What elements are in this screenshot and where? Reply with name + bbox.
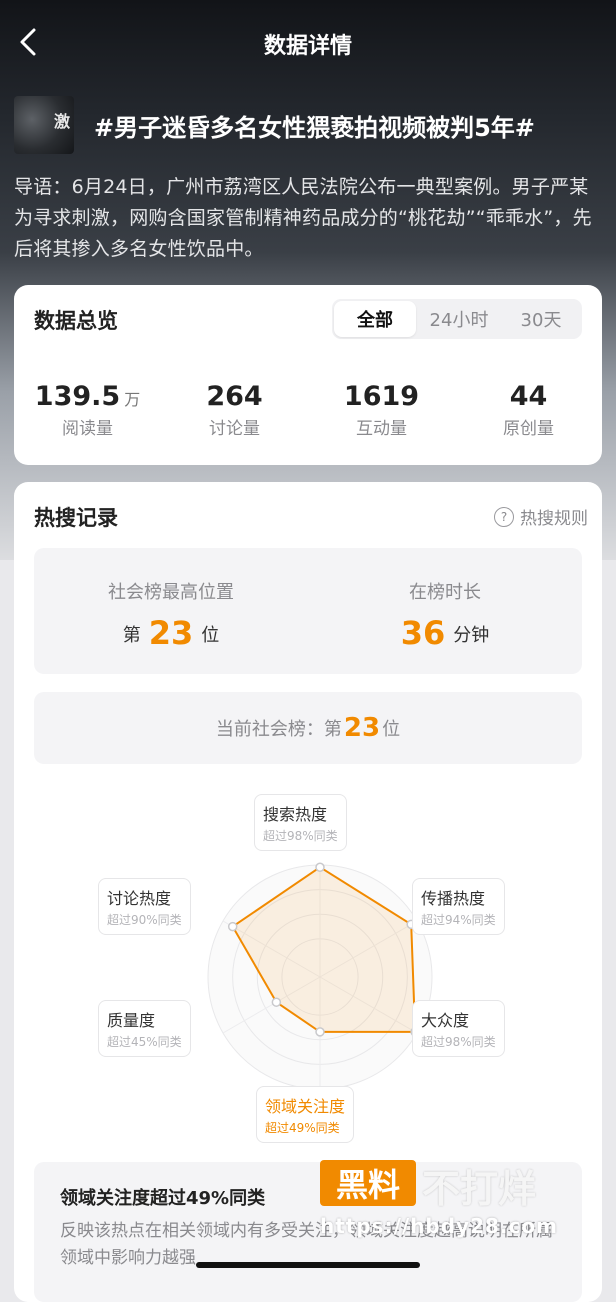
dim-sub: 超过98%同类 (421, 1035, 496, 1049)
peak-number: 23 (148, 614, 194, 652)
stat-reads: 139.5 万 阅读量 (14, 381, 161, 439)
tab-30d[interactable]: 30天 (500, 299, 582, 339)
radar-chart: 搜索热度 超过98%同类 传播热度 超过94%同类 大众度 超过98%同类 领域… (14, 782, 602, 1143)
dim-domain-attention[interactable]: 领域关注度 超过49%同类 (256, 1086, 355, 1143)
watermark-url: https://hbdy28.com (320, 1214, 558, 1238)
stat-value: 1619 (343, 381, 420, 412)
stat-value: 264 (206, 381, 263, 412)
question-icon: ? (494, 506, 514, 527)
duration-suffix: 分钟 (453, 625, 490, 646)
dim-sub: 超过49%同类 (265, 1121, 340, 1135)
stat-number: 139.5 (34, 381, 121, 412)
topic-thumbnail: 激 (14, 96, 74, 154)
radar-point (271, 997, 282, 1007)
nav-bar: 数据详情 (0, 0, 616, 86)
stat-label: 原创量 (503, 419, 554, 439)
thumbnail-text: 激 (53, 112, 70, 131)
insight-title: 领域关注度超过49%同类 (60, 1188, 266, 1209)
dim-sub: 超过94%同类 (421, 913, 496, 927)
radar-point (315, 1027, 325, 1037)
tab-all[interactable]: 全部 (334, 301, 416, 337)
dim-name: 传播热度 (421, 889, 486, 908)
home-indicator[interactable] (196, 1262, 420, 1268)
dim-name: 搜索热度 (263, 805, 328, 824)
tab-24h[interactable]: 24小时 (418, 299, 500, 339)
peak-prefix: 第 (122, 625, 141, 646)
watermark-text: 不打烊 (422, 1167, 537, 1211)
dim-name: 领域关注度 (265, 1097, 346, 1116)
stats-row: 139.5 万 阅读量 264 讨论量 1619 互动量 44 原创量 (14, 381, 602, 439)
dim-name: 讨论热度 (107, 889, 172, 908)
topic-intro: 导语：6月24日，广州市荔湾区人民法院公布一典型案例。男子严某为寻求刺激，网购含… (14, 176, 592, 260)
dim-quality[interactable]: 质量度 超过45%同类 (98, 1000, 191, 1057)
dim-name: 大众度 (421, 1011, 470, 1030)
current-rank: 当前社会榜：第 23 位 (34, 692, 582, 764)
dim-discussion-heat[interactable]: 讨论热度 超过90%同类 (98, 878, 191, 935)
dim-name: 质量度 (107, 1011, 156, 1030)
peak-rank-value: 第 23 位 (34, 614, 308, 652)
radar-point (227, 921, 238, 932)
duration-value: 36 分钟 (308, 614, 582, 652)
time-range-tabs: 全部 24小时 30天 (332, 299, 582, 339)
dim-spread-heat[interactable]: 传播热度 超过94%同类 (412, 878, 505, 935)
duration-label: 在榜时长 (409, 582, 481, 603)
radar-point (315, 862, 325, 872)
dim-sub: 超过98%同类 (263, 829, 338, 843)
rank-summary: 社会榜最高位置 第 23 位 在榜时长 36 分钟 (34, 548, 582, 674)
watermark-box: 黑料 (320, 1160, 416, 1206)
rules-link[interactable]: ? 热搜规则 (494, 504, 588, 529)
peak-suffix: 位 (201, 625, 220, 646)
stat-interactions: 1619 互动量 (308, 381, 455, 439)
stat-value: 139.5 万 (14, 381, 161, 412)
page-title: 数据详情 (263, 34, 352, 59)
current-number: 23 (343, 713, 381, 743)
watermark: 黑料 不打烊 https://hbdy28.com (320, 1160, 610, 1245)
current-prefix: 当前社会榜：第 (215, 719, 342, 740)
overview-title: 数据总览 (34, 309, 118, 333)
on-list-duration: 在榜时长 36 分钟 (308, 548, 582, 674)
peak-rank: 社会榜最高位置 第 23 位 (34, 548, 308, 674)
rules-label: 热搜规则 (520, 509, 588, 529)
stat-label: 讨论量 (209, 419, 260, 439)
dim-popularity[interactable]: 大众度 超过98%同类 (412, 1000, 505, 1057)
duration-number: 36 (400, 614, 446, 652)
stat-unit: 万 (124, 390, 141, 409)
stat-label: 阅读量 (62, 419, 113, 439)
dim-search-heat[interactable]: 搜索热度 超过98%同类 (254, 794, 347, 851)
stat-label: 互动量 (356, 419, 407, 439)
dim-sub: 超过45%同类 (107, 1035, 182, 1049)
hot-search-title: 热搜记录 (34, 506, 118, 530)
dim-sub: 超过90%同类 (107, 913, 182, 927)
stat-originals: 44 原创量 (455, 381, 602, 439)
current-suffix: 位 (382, 719, 401, 740)
peak-rank-label: 社会榜最高位置 (108, 582, 234, 603)
overview-card: 数据总览 全部 24小时 30天 139.5 万 阅读量 264 讨论量 1619… (14, 285, 602, 465)
topic-title: #男子迷昏多名女性猥亵拍视频被判5年# (94, 114, 535, 142)
stat-value: 44 (509, 381, 548, 412)
stat-discussions: 264 讨论量 (161, 381, 308, 439)
